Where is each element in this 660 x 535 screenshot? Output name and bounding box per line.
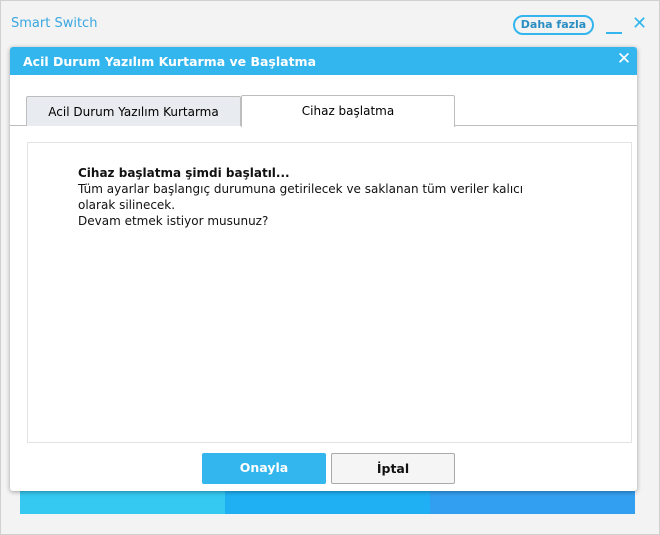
app-title: Smart Switch <box>11 16 98 31</box>
confirm-button[interactable]: Onayla <box>202 453 326 484</box>
tab-emergency-recovery[interactable]: Acil Durum Yazılım Kurtarma <box>26 96 241 126</box>
message-heading: Cihaz başlatma şimdi başlatıl... <box>78 166 290 180</box>
dialog-title: Acil Durum Yazılım Kurtarma ve Başlatma <box>23 54 317 69</box>
more-button[interactable]: Daha fazla <box>513 15 594 35</box>
tab-bar: Acil Durum Yazılım Kurtarma Cihaz başlat… <box>10 95 637 127</box>
cancel-button[interactable]: İptal <box>331 453 455 484</box>
minimize-button[interactable] <box>606 32 622 34</box>
message-warning: Tüm ayarlar başlangıç durumuna getirilec… <box>78 182 524 212</box>
recovery-dialog: Acil Durum Yazılım Kurtarma ve Başlatma … <box>10 47 637 491</box>
message: Cihaz başlatma şimdi başlatıl... Tüm aya… <box>78 165 548 229</box>
close-icon[interactable]: ✕ <box>611 49 637 69</box>
close-app-button[interactable]: ✕ <box>632 13 647 34</box>
tab-device-initialize[interactable]: Cihaz başlatma <box>241 95 455 127</box>
dialog-header: Acil Durum Yazılım Kurtarma ve Başlatma … <box>10 47 637 75</box>
message-question: Devam etmek istiyor musunuz? <box>78 214 269 228</box>
